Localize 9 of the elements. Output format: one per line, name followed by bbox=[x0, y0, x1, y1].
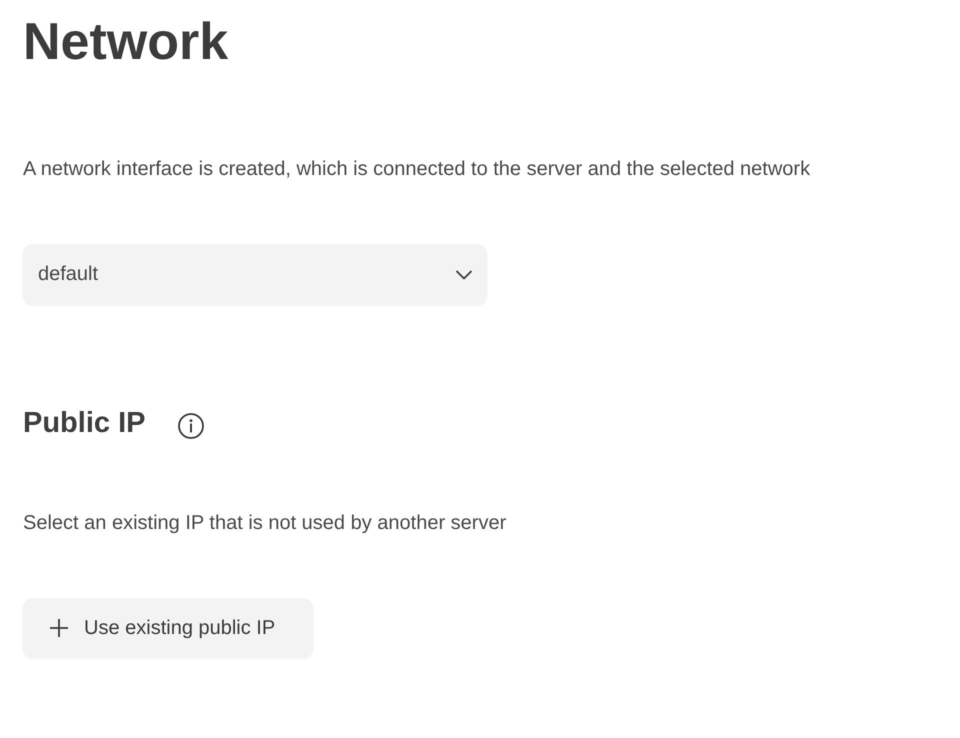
plus-icon bbox=[50, 619, 68, 637]
use-existing-ip-button[interactable]: Use existing public IP bbox=[23, 598, 313, 658]
section-heading: Public IP bbox=[23, 407, 146, 440]
network-select[interactable]: default bbox=[23, 244, 487, 305]
info-icon[interactable] bbox=[178, 412, 204, 438]
page-title: Network bbox=[23, 12, 228, 72]
network-description: A network interface is created, which is connected to the server and the selected network bbox=[23, 158, 810, 180]
public-ip-description: Select an existing IP that is not used by another server bbox=[23, 512, 506, 534]
chevron-down-icon bbox=[456, 270, 472, 280]
